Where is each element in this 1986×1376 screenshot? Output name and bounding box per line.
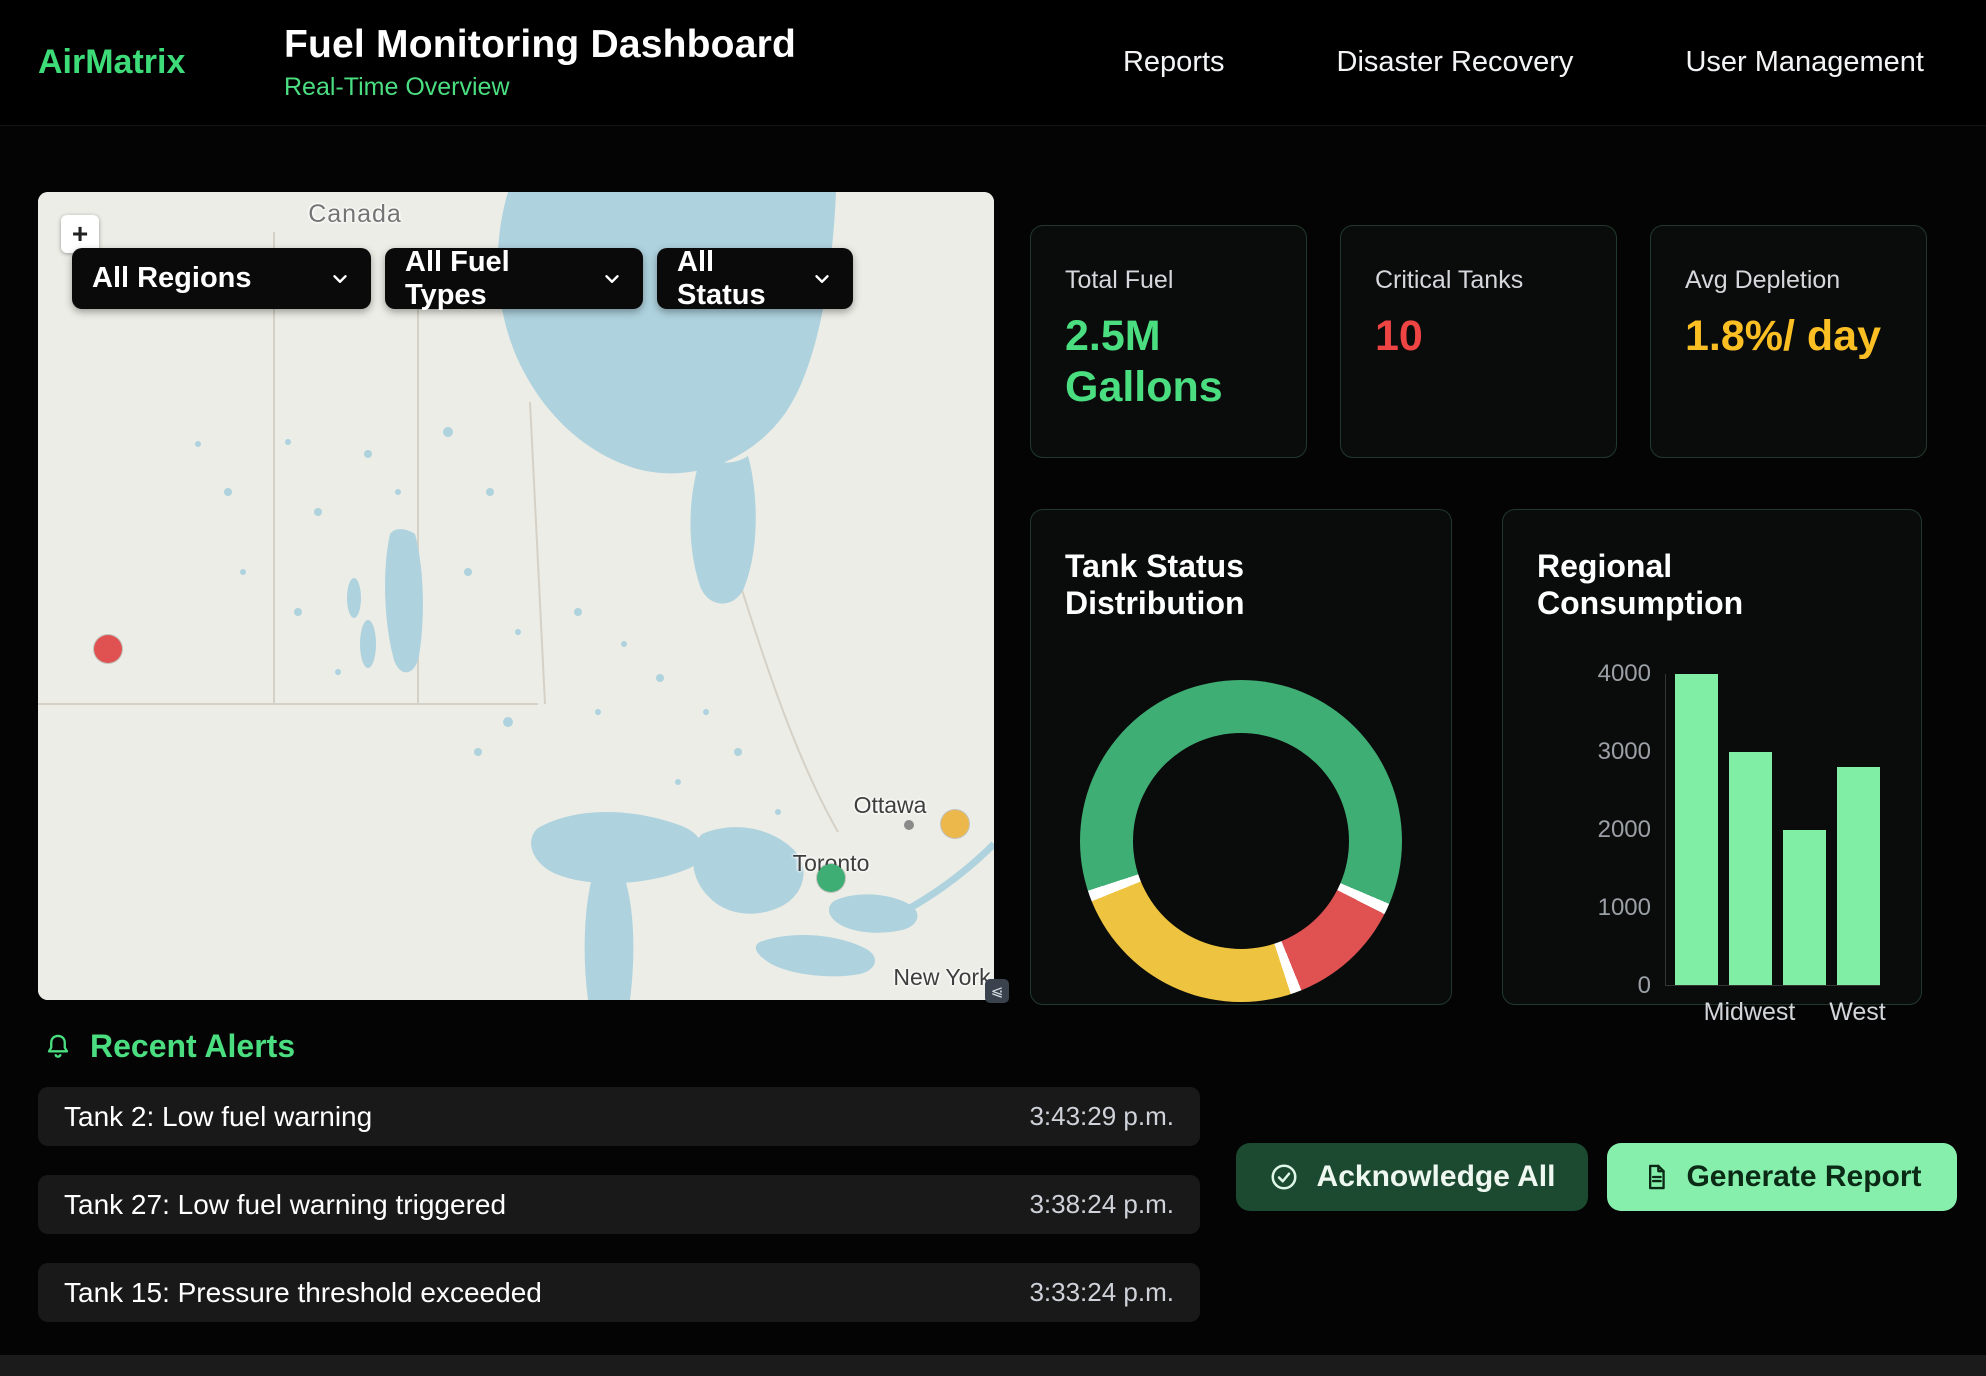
kpi-avg-depletion: Avg Depletion 1.8%/ day bbox=[1650, 225, 1927, 458]
region-filter-label: All Regions bbox=[92, 262, 252, 295]
bar-1 bbox=[1729, 752, 1772, 985]
kpi-value: 1.8%/ day bbox=[1685, 311, 1892, 362]
nav-reports[interactable]: Reports bbox=[1123, 46, 1225, 79]
alert-timestamp: 3:33:24 p.m. bbox=[1029, 1277, 1174, 1308]
fuel-type-filter-label: All Fuel Types bbox=[405, 246, 587, 312]
alert-row[interactable]: Tank 2: Low fuel warning 3:43:29 p.m. bbox=[38, 1087, 1200, 1146]
kpi-value: 10 bbox=[1375, 311, 1582, 362]
kpi-critical-tanks: Critical Tanks 10 bbox=[1340, 225, 1617, 458]
bar-3 bbox=[1837, 767, 1880, 985]
fuel-type-filter-dropdown[interactable]: All Fuel Types bbox=[385, 248, 643, 309]
alert-list: Tank 2: Low fuel warning 3:43:29 p.m. Ta… bbox=[38, 1087, 1200, 1322]
bell-icon bbox=[44, 1033, 72, 1061]
kpi-label: Total Fuel bbox=[1065, 266, 1272, 295]
bar-0 bbox=[1675, 674, 1718, 985]
map-marker-normal[interactable] bbox=[817, 864, 845, 892]
map-marker-critical[interactable] bbox=[94, 635, 122, 663]
regional-consumption-bar-chart: 4000 3000 2000 1000 0 Midwest West bbox=[1563, 674, 1887, 986]
y-tick: 1000 bbox=[1563, 894, 1651, 922]
brand-logo[interactable]: AirMatrix bbox=[38, 43, 270, 82]
kpi-label: Avg Depletion bbox=[1685, 266, 1892, 295]
kpi-label: Critical Tanks bbox=[1375, 266, 1582, 295]
alert-message: Tank 15: Pressure threshold exceeded bbox=[64, 1277, 542, 1309]
alert-timestamp: 3:43:29 p.m. bbox=[1029, 1101, 1174, 1132]
chevron-down-icon bbox=[601, 268, 623, 290]
generate-report-button[interactable]: Generate Report bbox=[1607, 1143, 1957, 1211]
x-tick: West bbox=[1836, 998, 1879, 1027]
acknowledge-all-button[interactable]: Acknowledge All bbox=[1236, 1143, 1588, 1211]
document-icon bbox=[1642, 1163, 1670, 1191]
y-tick: 3000 bbox=[1563, 738, 1651, 766]
footer-bar bbox=[0, 1355, 1986, 1376]
x-tick: Midwest bbox=[1728, 998, 1771, 1027]
y-tick: 0 bbox=[1563, 972, 1651, 1000]
alert-message: Tank 27: Low fuel warning triggered bbox=[64, 1189, 506, 1221]
map-resize-handle[interactable]: ⩿ bbox=[985, 979, 1009, 1003]
bar-2 bbox=[1783, 830, 1826, 986]
y-tick: 4000 bbox=[1563, 660, 1651, 688]
alert-row[interactable]: Tank 27: Low fuel warning triggered 3:38… bbox=[38, 1175, 1200, 1234]
acknowledge-all-label: Acknowledge All bbox=[1317, 1160, 1556, 1194]
kpi-total-fuel: Total Fuel 2.5M Gallons bbox=[1030, 225, 1307, 458]
map-filters: All Regions All Fuel Types All Status bbox=[72, 248, 853, 309]
header: AirMatrix Fuel Monitoring Dashboard Real… bbox=[0, 0, 1986, 126]
alert-message: Tank 2: Low fuel warning bbox=[64, 1101, 372, 1133]
x-axis-labels: Midwest West bbox=[1665, 998, 1879, 1027]
alert-row[interactable]: Tank 15: Pressure threshold exceeded 3:3… bbox=[38, 1263, 1200, 1322]
check-circle-icon bbox=[1269, 1162, 1299, 1192]
x-tick bbox=[1782, 998, 1825, 1027]
chart-title: Regional Consumption bbox=[1537, 548, 1887, 622]
ottawa-city-dot bbox=[904, 820, 914, 830]
map-marker-warning[interactable] bbox=[941, 810, 969, 838]
generate-report-label: Generate Report bbox=[1686, 1160, 1921, 1194]
alert-timestamp: 3:38:24 p.m. bbox=[1029, 1189, 1174, 1220]
regional-consumption-card: Regional Consumption 4000 3000 2000 1000… bbox=[1502, 509, 1922, 1005]
tank-status-card: Tank Status Distribution bbox=[1030, 509, 1452, 1005]
nav-disaster-recovery[interactable]: Disaster Recovery bbox=[1337, 46, 1574, 79]
donut-wrap bbox=[1065, 680, 1417, 1002]
main-nav: Reports Disaster Recovery User Managemen… bbox=[1123, 46, 1924, 79]
recent-alerts-heading: Recent Alerts bbox=[44, 1028, 295, 1065]
chart-title: Tank Status Distribution bbox=[1065, 548, 1417, 622]
donut-hole bbox=[1133, 733, 1349, 949]
recent-alerts-title: Recent Alerts bbox=[90, 1028, 295, 1065]
status-filter-label: All Status bbox=[677, 246, 797, 312]
kpi-row: Total Fuel 2.5M Gallons Critical Tanks 1… bbox=[1030, 225, 1927, 458]
kpi-value: 2.5M Gallons bbox=[1065, 311, 1272, 412]
page-title: Fuel Monitoring Dashboard bbox=[284, 23, 796, 67]
fuel-monitoring-dashboard: AirMatrix Fuel Monitoring Dashboard Real… bbox=[0, 0, 1986, 1376]
page-subtitle: Real-Time Overview bbox=[284, 73, 796, 102]
tank-status-donut-chart bbox=[1080, 680, 1402, 1002]
chart-row: Tank Status Distribution Regional Consum… bbox=[1030, 509, 1922, 1005]
chevron-down-icon bbox=[329, 268, 351, 290]
status-filter-dropdown[interactable]: All Status bbox=[657, 248, 853, 309]
title-block: Fuel Monitoring Dashboard Real-Time Over… bbox=[284, 23, 796, 102]
region-filter-dropdown[interactable]: All Regions bbox=[72, 248, 371, 309]
bar-plot-area bbox=[1665, 674, 1880, 986]
y-tick: 2000 bbox=[1563, 816, 1651, 844]
nav-user-management[interactable]: User Management bbox=[1685, 46, 1924, 79]
map-canvas[interactable] bbox=[38, 192, 994, 1000]
map-panel[interactable]: Canada Ottawa Toronto New York + All Reg… bbox=[38, 192, 994, 1000]
chevron-down-icon bbox=[811, 268, 833, 290]
